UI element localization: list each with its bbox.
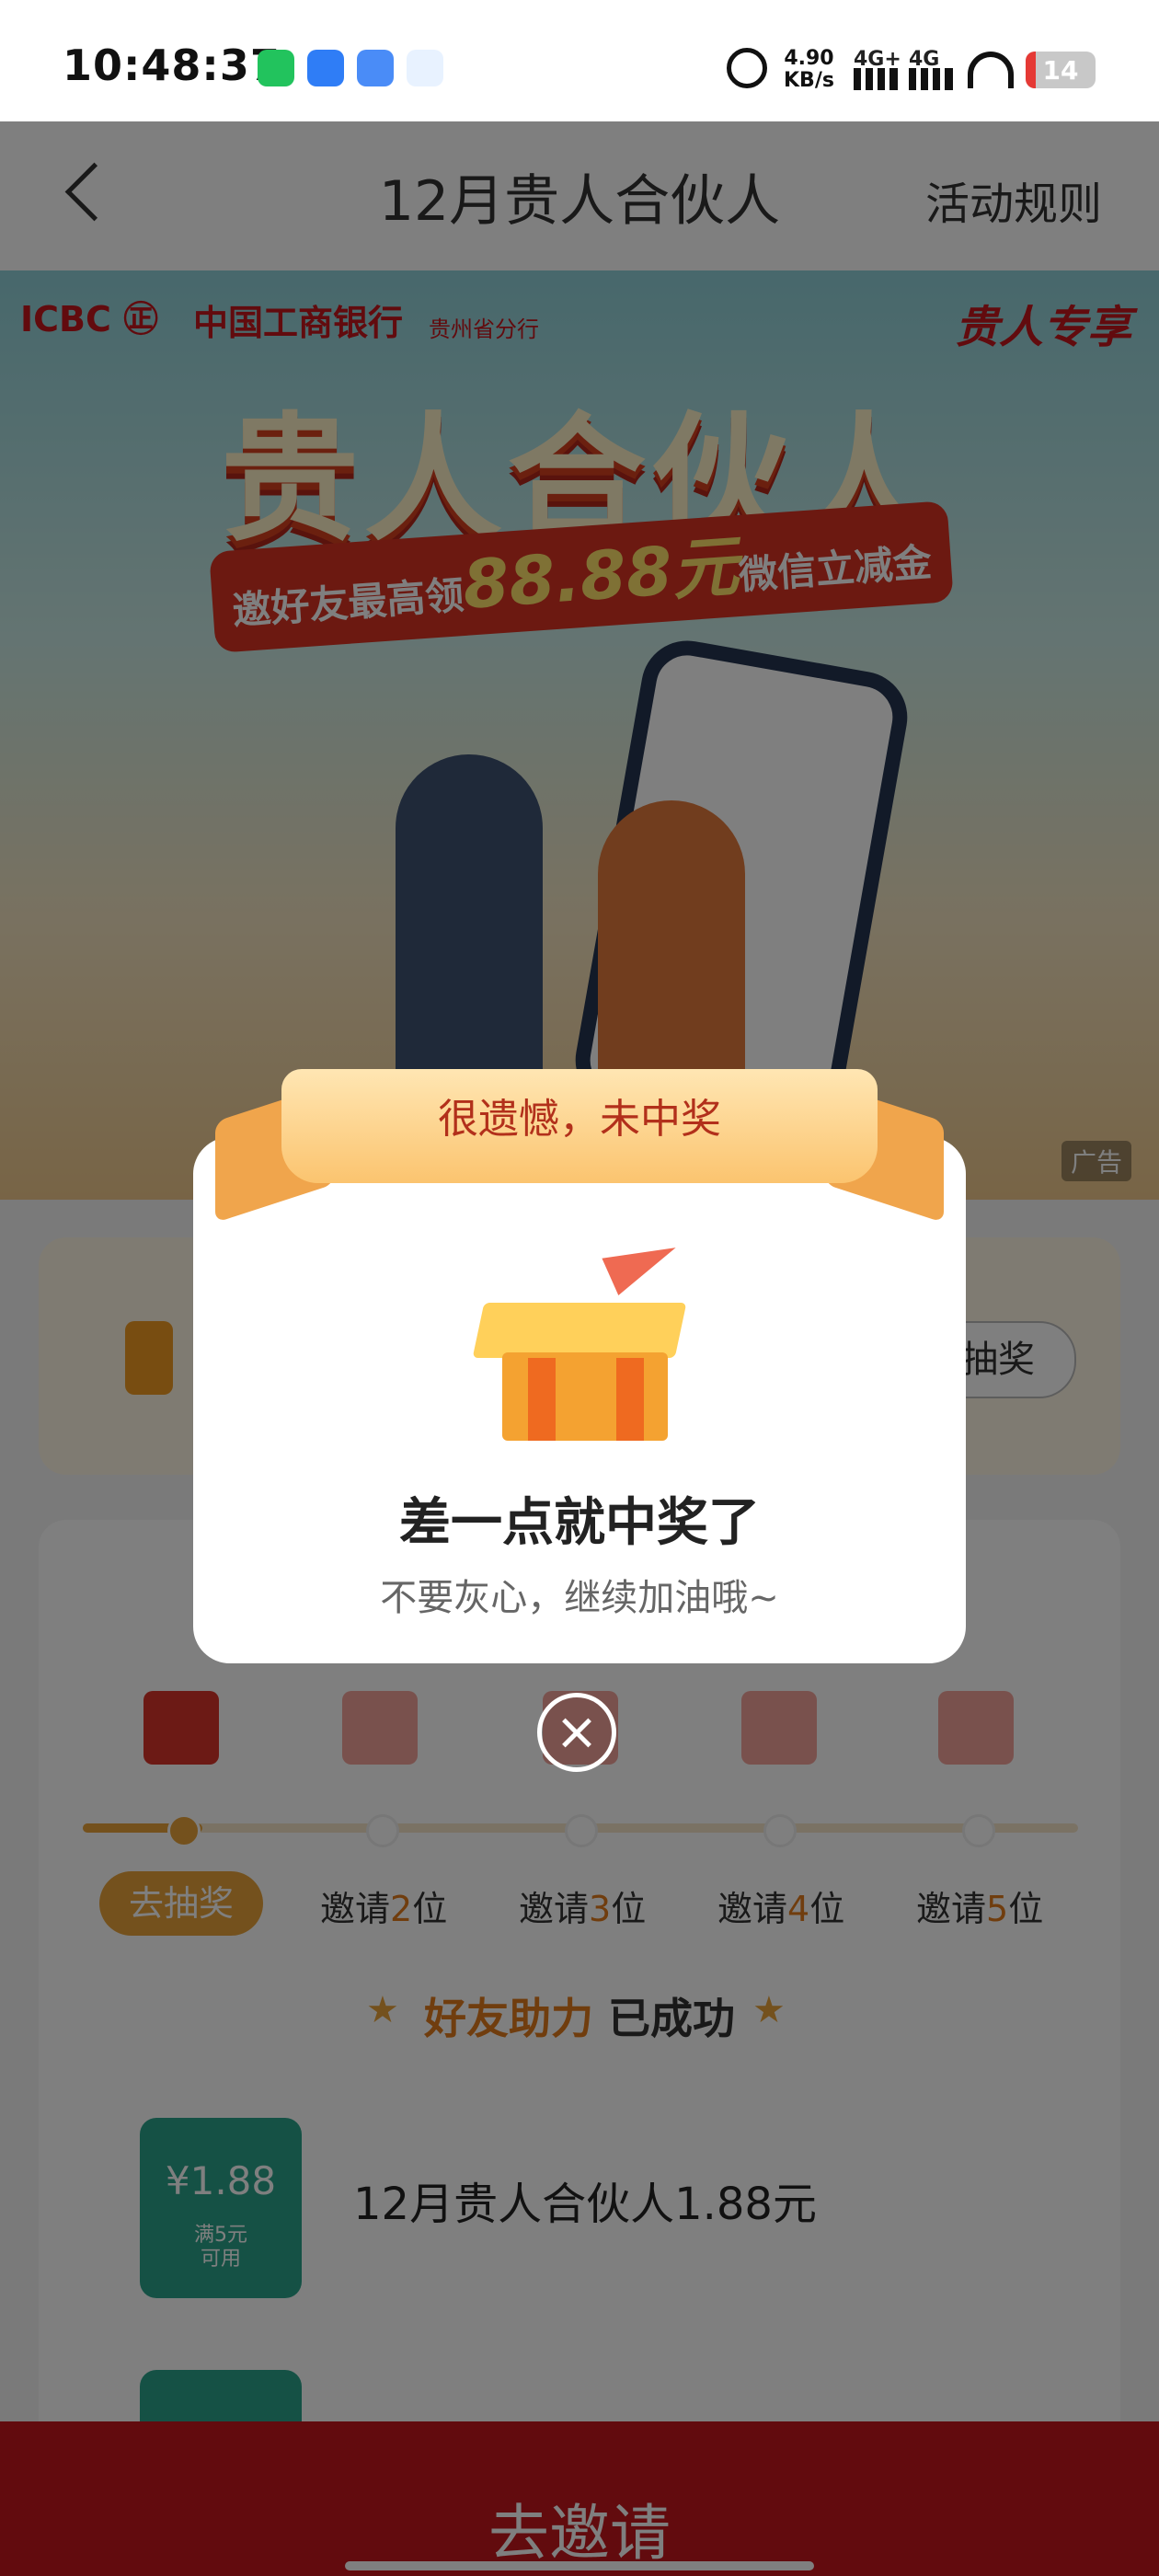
close-icon[interactable] — [537, 1693, 616, 1772]
app-icon — [307, 50, 344, 86]
open-box-icon — [472, 1303, 687, 1358]
net-speed-unit: KB/s — [784, 69, 834, 92]
dialog-subtitle: 不要灰心，继续加油哦~ — [380, 1577, 779, 1619]
dialog-title: 差一点就中奖了 — [399, 1493, 760, 1553]
signal-icon — [854, 68, 898, 90]
dialog-ribbon-text: 很遗憾，未中奖 — [438, 1096, 721, 1143]
battery-icon: 14 — [1026, 52, 1096, 88]
status-time: 10:48:37 — [63, 40, 281, 90]
app-icon — [407, 50, 443, 86]
net-speed-value: 4.90 — [784, 47, 834, 70]
wechat-icon — [258, 50, 294, 86]
net-speed: 4.90 KB/s — [784, 48, 834, 92]
signal-icon — [909, 68, 953, 90]
open-box-icon — [616, 1358, 644, 1441]
app-icon — [357, 50, 394, 86]
battery-level: 14 — [1042, 55, 1079, 86]
alarm-icon — [727, 48, 767, 88]
open-box-icon — [528, 1358, 556, 1441]
